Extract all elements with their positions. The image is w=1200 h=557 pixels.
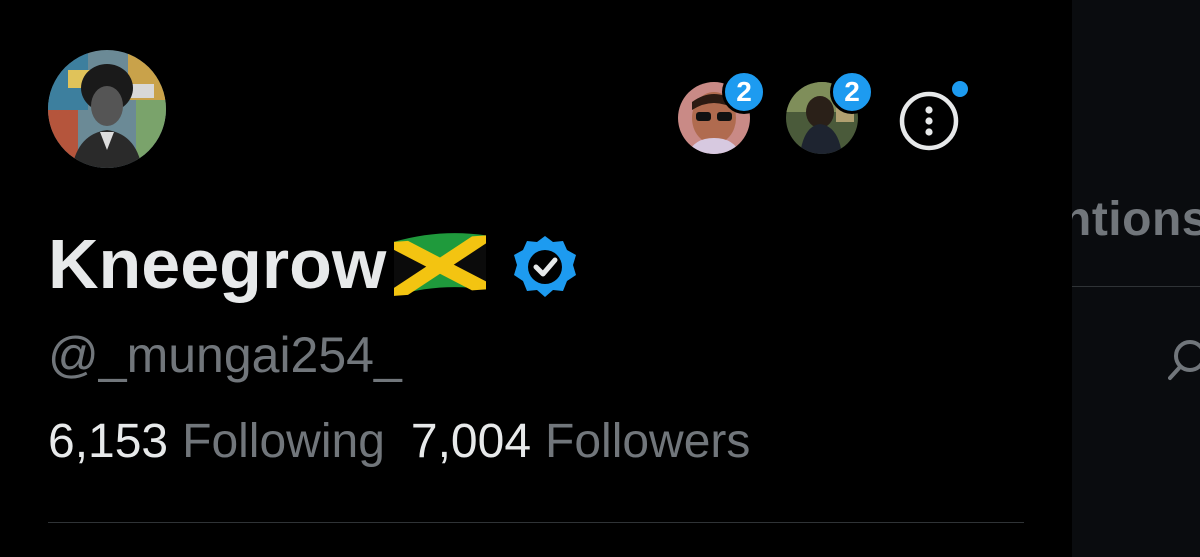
side-drawer: 2 2 Kneegrow @_mungai254_ 6,153 Followin… — [0, 0, 1072, 557]
followers-stat[interactable]: 7,004 Followers — [411, 418, 751, 466]
notification-count-badge: 2 — [722, 70, 766, 114]
tab-mentions-partial[interactable]: ntions — [1072, 192, 1200, 247]
profile-name-row: Kneegrow — [48, 222, 578, 306]
switch-account-1[interactable]: 2 — [678, 70, 766, 154]
following-count: 6,153 — [48, 415, 169, 468]
profile-handle: @_mungai254_ — [48, 327, 402, 383]
search-icon[interactable] — [1168, 336, 1200, 387]
profile-avatar[interactable] — [48, 50, 166, 168]
switch-account-2[interactable]: 2 — [786, 70, 874, 154]
jamaica-flag-icon — [392, 230, 488, 305]
followers-label: Followers — [545, 415, 751, 468]
more-vertical-icon — [899, 91, 959, 151]
following-label: Following — [182, 415, 385, 468]
display-name[interactable]: Kneegrow — [48, 229, 386, 299]
more-options-button[interactable] — [898, 90, 960, 152]
followers-count: 7,004 — [410, 415, 532, 468]
notification-count-badge: 2 — [830, 70, 874, 114]
follow-stats: 6,153 Following 7,004 Followers — [48, 418, 750, 466]
following-stat[interactable]: 6,153 Following — [48, 418, 385, 466]
tab-divider — [1072, 286, 1200, 287]
unread-indicator-dot — [949, 78, 971, 100]
background-timeline-panel: ntions — [1072, 0, 1200, 557]
verified-badge-icon[interactable] — [512, 234, 578, 305]
section-divider — [48, 522, 1024, 523]
